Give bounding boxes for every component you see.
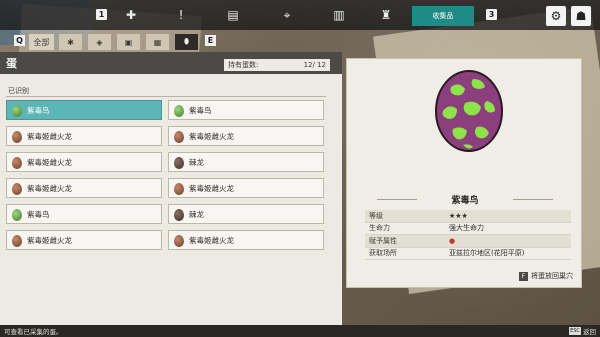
bottom-status-bar: 可查看已采集的蛋。 ESC 返回 — [0, 325, 600, 337]
egg-thumbnail-icon — [174, 131, 184, 143]
egg-item[interactable]: 紫毒姬雌火龙 — [6, 152, 162, 172]
panel-header: 蛋 持有蛋数: 12/ 12 — [0, 52, 342, 74]
category-strip: Q 全部 ✱ ◈ ▣ ▦ ⬮ E — [0, 30, 220, 52]
rarity-stars: ★★★ — [449, 211, 468, 220]
egg-item-label: 棘龙 — [189, 209, 204, 219]
egg-thumbnail-icon — [174, 105, 184, 117]
egg-item[interactable]: 紫毒鸟 — [168, 100, 324, 120]
hint-text: 将蛋放回巢穴 — [531, 272, 573, 280]
egg-thumbnail-icon — [174, 235, 184, 247]
egg-thumbnail-icon — [12, 209, 22, 221]
egg-item[interactable]: 紫毒姬雌火龙 — [6, 230, 162, 250]
egg-thumbnail-icon — [12, 157, 22, 169]
stat-row: 生命力 强大生命力 — [365, 223, 571, 235]
prev-tab-key: 1 — [96, 9, 107, 20]
return-egg-hint[interactable]: F 将蛋放回巢穴 — [519, 271, 573, 281]
egg-item[interactable]: 紫毒姬雌火龙 — [168, 126, 324, 146]
egg-item[interactable]: 棘龙 — [168, 152, 324, 172]
statue-icon[interactable]: ♜ — [375, 5, 397, 25]
egg-item[interactable]: 紫毒姬雌火龙 — [168, 230, 324, 250]
egg-thumbnail-icon — [12, 183, 22, 195]
hint-key: F — [519, 271, 528, 281]
owned-label: 持有蛋数: — [228, 61, 259, 69]
egg-item-label: 紫毒姬雌火龙 — [189, 183, 234, 193]
egg-item-label: 紫毒姬雌火龙 — [27, 157, 72, 167]
egg-item[interactable]: 紫毒姬雌火龙 — [6, 178, 162, 198]
stat-row: 获取场所 亚兹拉尔地区(花阳平原) — [365, 248, 571, 260]
top-menu-bar: 1 ✚ ! ▤ ⌖ ▥ ♜ 收集品 3 ⚙ ☗ — [0, 0, 600, 30]
egg-thumbnail-icon — [12, 235, 22, 247]
category-all[interactable]: 全部 — [28, 33, 55, 51]
ornament-right — [513, 199, 553, 200]
alert-icon[interactable]: ! — [170, 5, 192, 25]
stat-value: 亚兹拉尔地区(花阳平原) — [449, 249, 525, 258]
stat-row: 等级 ★★★ — [365, 210, 571, 223]
next-tab-key: 3 — [486, 9, 497, 20]
egg-list-panel: 蛋 持有蛋数: 12/ 12 已识别 紫毒鸟 紫毒鸟 紫毒姬雌火龙 紫毒姬雌火龙… — [0, 52, 342, 326]
box-icon[interactable]: ▣ — [116, 33, 141, 51]
egg-item-label: 紫毒姬雌火龙 — [27, 131, 72, 141]
egg-item-label: 紫毒鸟 — [189, 105, 212, 115]
stat-label: 等级 — [369, 211, 383, 220]
egg-icon[interactable]: ⬮ — [174, 33, 199, 51]
egg-item[interactable]: 棘龙 — [168, 204, 324, 224]
back-key: ESC — [569, 327, 581, 335]
egg-detail-panel: 紫毒鸟 等级 ★★★ 生命力 强大生命力 赋予属性 ● 获取场所 亚兹拉尔地区(… — [346, 58, 582, 288]
owned-value: 12/ 12 — [303, 61, 326, 69]
egg-item-label: 紫毒姬雌火龙 — [27, 235, 72, 245]
egg-item[interactable]: 紫毒鸟 — [6, 204, 162, 224]
egg-item-label: 紫毒姬雌火龙 — [27, 183, 72, 193]
back-button[interactable]: ESC 返回 — [569, 326, 596, 336]
tag-icon[interactable]: ◈ — [87, 33, 112, 51]
owned-egg-counter: 持有蛋数: 12/ 12 — [224, 59, 330, 71]
egg-item-label: 紫毒姬雌火龙 — [189, 235, 234, 245]
egg-item-label: 紫毒姬雌火龙 — [189, 131, 234, 141]
panel-title: 蛋 — [6, 57, 17, 70]
egg-item-label: 紫毒鸟 — [27, 105, 50, 115]
journal-icon[interactable]: ✚ — [120, 5, 142, 25]
next-category-key: E — [205, 35, 216, 46]
egg-thumbnail-icon — [174, 183, 184, 195]
stat-value: 强大生命力 — [449, 224, 484, 233]
fire-element-icon: ● — [449, 236, 456, 245]
egg-thumbnail-icon — [12, 105, 22, 117]
egg-item-label: 棘龙 — [189, 157, 204, 167]
party-icon[interactable]: ☗ — [571, 6, 591, 26]
egg-thumbnail-icon — [174, 157, 184, 169]
stat-label: 获取场所 — [369, 249, 397, 258]
status-text: 可查看已采集的蛋。 — [4, 328, 63, 336]
egg-item[interactable]: 紫毒姬雌火龙 — [168, 178, 324, 198]
egg-thumbnail-icon — [174, 209, 184, 221]
selected-egg-image — [435, 70, 503, 152]
egg-item[interactable]: 紫毒鸟 — [6, 100, 162, 120]
prev-category-key: Q — [14, 35, 25, 46]
egg-item-label: 紫毒鸟 — [27, 209, 50, 219]
bug-icon[interactable]: ✱ — [58, 33, 83, 51]
group-label: 已识别 — [6, 86, 326, 97]
back-label: 返回 — [583, 328, 596, 336]
egg-stats-table: 等级 ★★★ 生命力 强大生命力 赋予属性 ● 获取场所 亚兹拉尔地区(花阳平原… — [365, 210, 571, 260]
tab-collectibles[interactable]: 收集品 — [412, 6, 474, 26]
egg-thumbnail-icon — [12, 131, 22, 143]
map-icon[interactable]: ⌖ — [276, 5, 298, 25]
gear-icon[interactable]: ⚙ — [546, 6, 566, 26]
stat-label: 生命力 — [369, 224, 390, 233]
stat-label: 赋予属性 — [369, 236, 397, 245]
stat-row: 赋予属性 ● — [365, 235, 571, 248]
notebook-icon[interactable]: ▥ — [328, 5, 350, 25]
chest-icon[interactable]: ▦ — [145, 33, 170, 51]
egg-item[interactable]: 紫毒姬雌火龙 — [6, 126, 162, 146]
book-icon[interactable]: ▤ — [222, 5, 244, 25]
